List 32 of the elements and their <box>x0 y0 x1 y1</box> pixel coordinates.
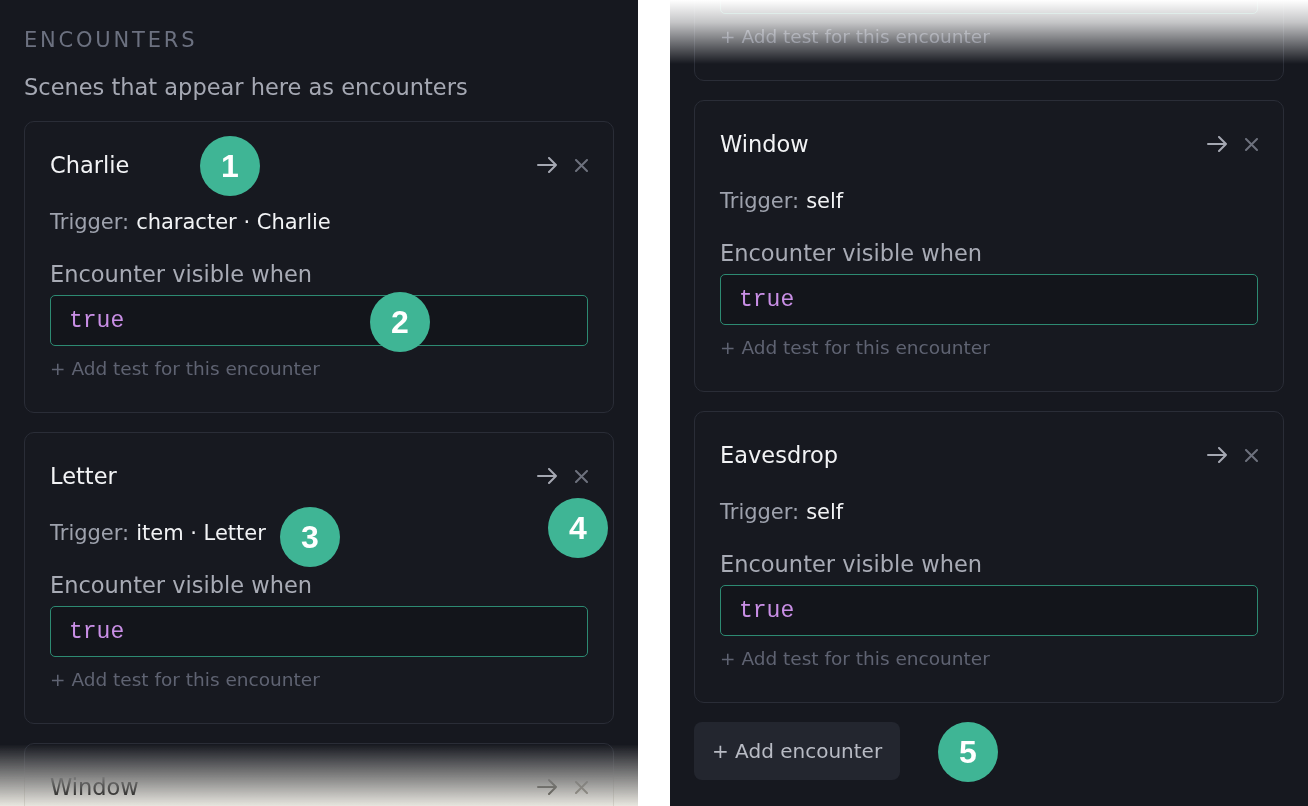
trigger-label: Trigger: <box>720 499 800 525</box>
arrow-right-icon[interactable] <box>1207 136 1227 152</box>
trigger-value: character · Charlie <box>136 209 331 235</box>
arrow-right-icon[interactable] <box>1207 447 1227 463</box>
encounter-title: Charlie <box>50 151 130 179</box>
condition-label: Encounter visible when <box>720 239 983 267</box>
condition-label: Encounter visible when <box>50 260 313 288</box>
trigger-value: self <box>806 188 844 214</box>
trigger-value: item · Letter <box>136 520 266 546</box>
condition-field[interactable]: true <box>720 585 1258 636</box>
trigger-label: Trigger: <box>50 520 130 546</box>
close-icon[interactable] <box>575 780 588 794</box>
condition-label: Encounter visible when <box>50 571 313 599</box>
close-icon[interactable] <box>1245 448 1258 462</box>
encounter-title: Letter <box>50 462 117 490</box>
encounter-title: Window <box>50 773 139 801</box>
trigger-label: Trigger: <box>50 209 130 235</box>
encounter-title: Eavesdrop <box>720 441 838 469</box>
condition-field[interactable]: true <box>720 274 1258 325</box>
close-icon[interactable] <box>575 469 588 483</box>
section-description: Scenes that appear here as encounters <box>24 73 468 101</box>
section-heading: ENCOUNTERS <box>24 28 198 52</box>
trigger-label: Trigger: <box>720 188 800 214</box>
add-encounter-button[interactable]: + Add encounter <box>694 722 901 780</box>
trigger-value: self <box>806 499 844 525</box>
close-icon[interactable] <box>575 158 588 172</box>
arrow-right-icon[interactable] <box>537 468 557 484</box>
arrow-right-icon[interactable] <box>537 157 557 173</box>
encounter-title: Window <box>720 130 809 158</box>
close-icon[interactable] <box>1245 137 1258 151</box>
condition-label: Encounter visible when <box>720 550 983 578</box>
condition-field[interactable]: true <box>50 606 588 657</box>
